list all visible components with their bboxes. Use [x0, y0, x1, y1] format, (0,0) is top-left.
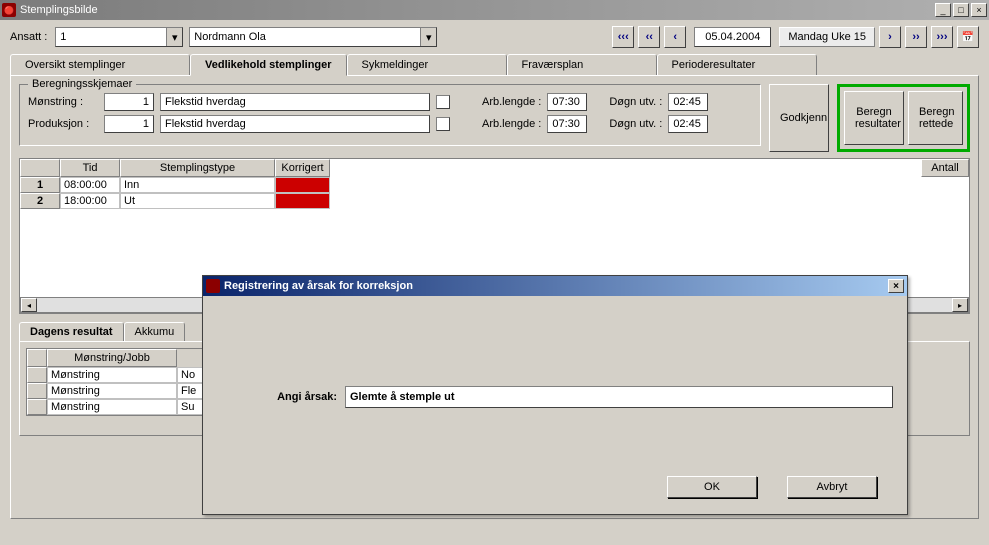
arb-value	[547, 93, 587, 111]
window-titlebar: 🔴 Stemplingsbilde _ □ ×	[0, 0, 989, 20]
ansatt-name-input[interactable]	[190, 28, 420, 46]
dialog-buttons: OK Avbryt	[637, 476, 907, 498]
window-title: Stemplingsbilde	[20, 4, 933, 16]
table-row[interactable]: Mønstring Fle	[27, 383, 225, 399]
employee-toolbar: Ansatt : ▾ ▾ ‹‹‹ ‹‹ ‹ 05.04.2004 Mandag …	[0, 20, 989, 54]
dogn-label: Døgn utv. :	[609, 96, 662, 108]
dogn-label-2: Døgn utv. :	[609, 118, 662, 130]
beregn-group: Beregn resultater Beregn rettede	[837, 84, 970, 152]
table-row[interactable]: Mønstring Su	[27, 399, 225, 415]
monstring-name[interactable]	[160, 93, 430, 111]
calc-row-monstring: Mønstring : Arb.lengde : Døgn utv. :	[28, 93, 752, 111]
table-row[interactable]: 2 18:00:00 Ut	[20, 193, 969, 209]
nav-prev2-button[interactable]: ‹‹	[638, 26, 660, 48]
cancel-button[interactable]: Avbryt	[787, 476, 877, 498]
main-tabs: Oversikt stemplinger Vedlikehold stempli…	[10, 54, 979, 75]
tab-sykmeldinger[interactable]: Sykmeldinger	[347, 54, 507, 75]
beregn-rettede-button[interactable]: Beregn rettede	[908, 91, 963, 145]
nav-last-button[interactable]: ›››	[931, 26, 953, 48]
table-row[interactable]: 1 08:00:00 Inn	[20, 177, 969, 193]
ansatt-id-input[interactable]	[56, 28, 166, 46]
type-cell[interactable]: Inn	[120, 177, 275, 193]
gh-type[interactable]: Stemplingstype	[120, 159, 275, 177]
monstring-check[interactable]	[436, 95, 450, 109]
beregn-resultater-button[interactable]: Beregn resultater	[844, 91, 904, 145]
minimize-button[interactable]: _	[935, 3, 951, 17]
result-grid: Mønstring/Jobb Mønstring No Mønstring Fl…	[26, 348, 226, 416]
arb-value-2	[547, 115, 587, 133]
produksjon-num[interactable]	[104, 115, 154, 133]
reason-label: Angi årsak:	[217, 391, 337, 403]
reason-input[interactable]	[345, 386, 893, 408]
ansatt-name-combo[interactable]: ▾	[189, 27, 437, 47]
gh-rownum	[20, 159, 60, 177]
table-row[interactable]: Mønstring No	[27, 367, 225, 383]
dogn-value	[668, 93, 708, 111]
grid-header: Tid Stemplingstype Korrigert Antall	[20, 159, 969, 177]
dogn-value-2	[668, 115, 708, 133]
result-grid-body[interactable]: Mønstring No Mønstring Fle Mønstring Su	[27, 367, 225, 415]
subtab-akkumu[interactable]: Akkumu	[124, 322, 186, 341]
arb-label-2: Arb.lengde :	[482, 118, 541, 130]
gh-antall[interactable]: Antall	[921, 159, 969, 177]
chevron-down-icon[interactable]: ▾	[420, 28, 436, 46]
ansatt-id-combo[interactable]: ▾	[55, 27, 183, 47]
korr-cell[interactable]	[275, 193, 330, 209]
dialog-body: Angi årsak:	[203, 296, 907, 458]
result-gh-blank	[27, 349, 47, 367]
produksjon-name[interactable]	[160, 115, 430, 133]
nav-next-button[interactable]: ›	[879, 26, 901, 48]
result-a[interactable]: Mønstring	[47, 399, 177, 415]
scroll-left-icon[interactable]: ◂	[21, 298, 37, 312]
type-cell[interactable]: Ut	[120, 193, 275, 209]
ok-button[interactable]: OK	[667, 476, 757, 498]
korr-cell[interactable]	[275, 177, 330, 193]
dialog-titlebar[interactable]: Registrering av årsak for korreksjon ×	[203, 276, 907, 296]
result-gh-monstring[interactable]: Mønstring/Jobb	[47, 349, 177, 367]
dialog-title: Registrering av årsak for korreksjon	[224, 280, 888, 292]
nav-first-button[interactable]: ‹‹‹	[612, 26, 634, 48]
maximize-button[interactable]: □	[953, 3, 969, 17]
result-a[interactable]: Mønstring	[47, 383, 177, 399]
close-button[interactable]: ×	[971, 3, 987, 17]
arb-label: Arb.lengde :	[482, 96, 541, 108]
week-label: Mandag Uke 15	[779, 27, 875, 47]
produksjon-label: Produksjon :	[28, 118, 98, 130]
row-num[interactable]: 2	[20, 193, 60, 209]
nav-next2-button[interactable]: ››	[905, 26, 927, 48]
tab-oversikt[interactable]: Oversikt stemplinger	[10, 54, 190, 75]
calc-row-produksjon: Produksjon : Arb.lengde : Døgn utv. :	[28, 115, 752, 133]
dialog-icon	[206, 279, 220, 293]
subtab-dagens[interactable]: Dagens resultat	[19, 322, 124, 341]
monstring-num[interactable]	[104, 93, 154, 111]
dialog-close-button[interactable]: ×	[888, 279, 904, 293]
result-a[interactable]: Mønstring	[47, 367, 177, 383]
row-num[interactable]: 1	[20, 177, 60, 193]
app-icon: 🔴	[2, 3, 16, 17]
tab-fravaersplan[interactable]: Fraværsplan	[507, 54, 657, 75]
date-field[interactable]: 05.04.2004	[694, 27, 771, 47]
scroll-right-icon[interactable]: ▸	[952, 298, 968, 312]
calc-groupbox: Beregningsskjemaer Mønstring : Arb.lengd…	[19, 84, 761, 146]
gh-korr[interactable]: Korrigert	[275, 159, 330, 177]
produksjon-check[interactable]	[436, 117, 450, 131]
calendar-button[interactable]: 📅	[957, 26, 979, 48]
tab-vedlikehold[interactable]: Vedlikehold stemplinger	[190, 54, 347, 76]
gh-tid[interactable]: Tid	[60, 159, 120, 177]
correction-reason-dialog: Registrering av årsak for korreksjon × A…	[202, 275, 908, 515]
chevron-down-icon[interactable]: ▾	[166, 28, 182, 46]
monstring-label: Mønstring :	[28, 96, 98, 108]
godkjenn-button[interactable]: Godkjenn	[769, 84, 829, 152]
nav-prev-button[interactable]: ‹	[664, 26, 686, 48]
calc-legend: Beregningsskjemaer	[28, 78, 136, 90]
tab-perioderesultater[interactable]: Perioderesultater	[657, 54, 817, 75]
ansatt-label: Ansatt :	[10, 31, 47, 43]
tid-cell[interactable]: 08:00:00	[60, 177, 120, 193]
tid-cell[interactable]: 18:00:00	[60, 193, 120, 209]
